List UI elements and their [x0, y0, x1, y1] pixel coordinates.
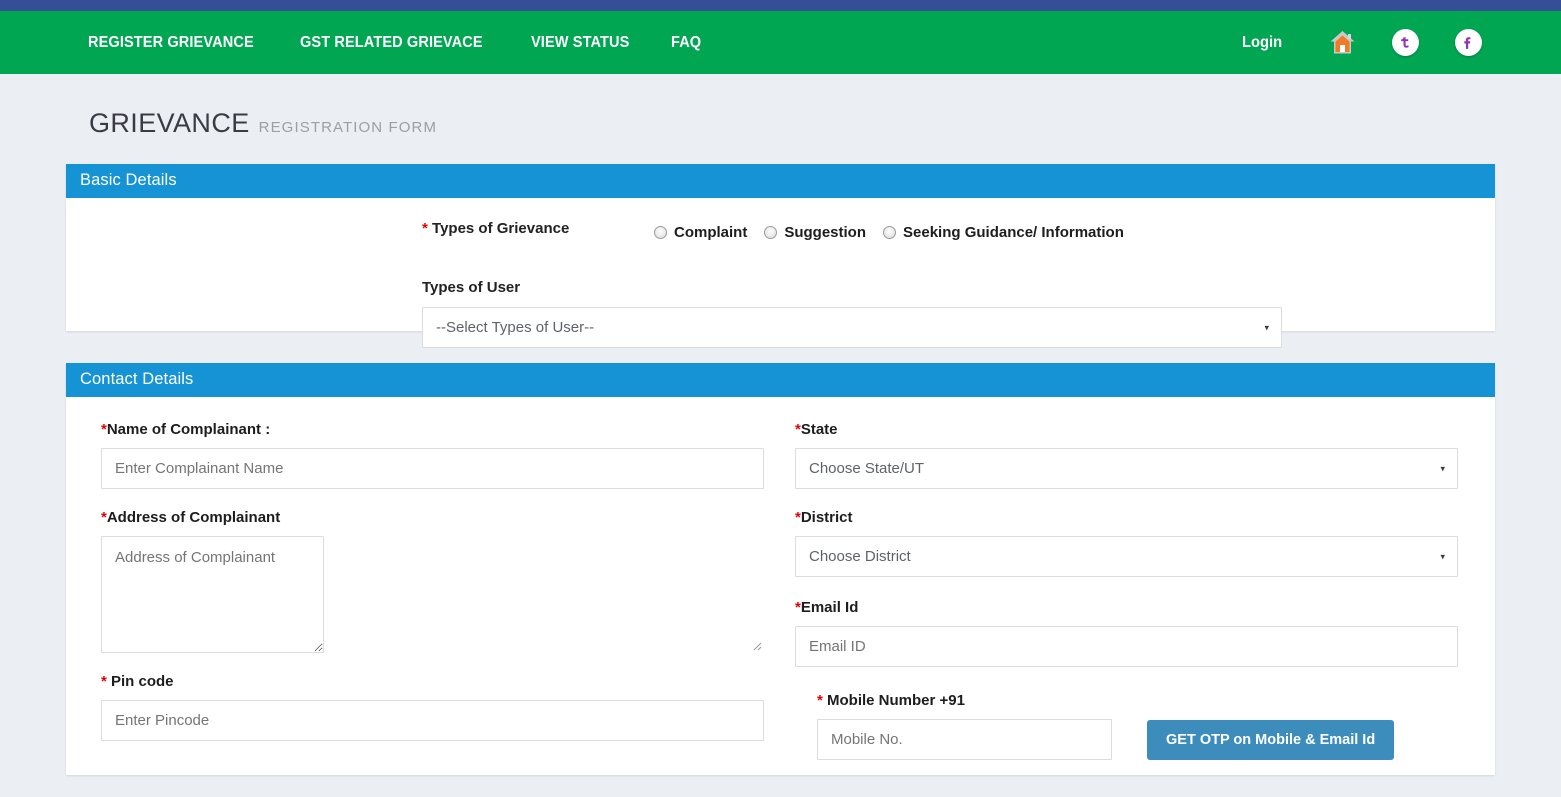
types-of-grievance-label: * Types of Grievance: [422, 220, 654, 237]
chevron-down-icon: ▾: [1264, 323, 1269, 332]
types-of-user-selected-value: --Select Types of User--: [436, 319, 594, 336]
contact-right-column: *State Choose State/UT ▾ *District Choos…: [795, 421, 1495, 775]
nav-item-faq[interactable]: FAQ: [671, 34, 701, 52]
radio-label-seeking-guidance: Seeking Guidance/ Information: [903, 224, 1124, 241]
nav-item-register-grievance[interactable]: REGISTER GRIEVANCE: [88, 34, 254, 52]
basic-details-panel: Basic Details * Types of Grievance Compl…: [66, 164, 1495, 331]
address-of-complainant-label: *Address of Complainant: [101, 509, 795, 526]
contact-left-column: *Name of Complainant : *Address of Compl…: [66, 421, 795, 775]
nav-links: REGISTER GRIEVANCE GST RELATED GRIEVACE …: [88, 34, 704, 52]
contact-details-header: Contact Details: [66, 363, 1495, 397]
district-label: *District: [795, 509, 1495, 526]
pin-code-label-text: Pin code: [107, 673, 174, 690]
types-of-grievance-row: * Types of Grievance Complaint Suggestio…: [66, 220, 1495, 241]
pin-code-field: * Pin code: [101, 673, 795, 741]
get-otp-button[interactable]: GET OTP on Mobile & Email Id: [1147, 720, 1394, 760]
page-title-subtitle: REGISTRATION FORM: [259, 119, 437, 136]
address-of-complainant-label-text: Address of Complainant: [107, 509, 280, 526]
state-selected-value: Choose State/UT: [809, 460, 924, 477]
state-label: *State: [795, 421, 1495, 438]
facebook-icon[interactable]: [1453, 28, 1483, 58]
email-id-field: *Email Id: [795, 599, 1495, 667]
name-of-complainant-input[interactable]: [101, 448, 764, 489]
twitter-icon[interactable]: [1390, 28, 1420, 58]
types-of-user-select[interactable]: --Select Types of User-- ▾: [422, 307, 1282, 348]
address-textarea-wrapper: [101, 536, 764, 653]
name-of-complainant-field: *Name of Complainant :: [101, 421, 795, 489]
pin-code-input[interactable]: [101, 700, 764, 741]
district-selected-value: Choose District: [809, 548, 911, 565]
types-of-grievance-label-text: Types of Grievance: [432, 220, 569, 237]
types-of-user-block: Types of User --Select Types of User-- ▾: [66, 279, 1495, 348]
pin-code-label: * Pin code: [101, 673, 795, 690]
resize-handle-icon: [750, 639, 762, 651]
nav-utilities: Login: [1241, 11, 1483, 74]
home-icon[interactable]: [1327, 28, 1357, 58]
mobile-number-label: * Mobile Number +91: [817, 692, 1495, 709]
email-id-label-text: Email Id: [801, 599, 859, 616]
nav-item-gst-related-grievace[interactable]: GST RELATED GRIEVACE: [300, 34, 483, 52]
radio-label-complaint: Complaint: [674, 224, 747, 241]
basic-details-header: Basic Details: [66, 164, 1495, 198]
radio-label-suggestion: Suggestion: [784, 224, 866, 241]
radio-dot-seeking-guidance[interactable]: [883, 226, 896, 239]
state-label-text: State: [801, 421, 838, 438]
required-asterisk: *: [422, 220, 428, 237]
mobile-number-input[interactable]: [817, 719, 1112, 760]
types-of-grievance-radio-group: Complaint Suggestion Seeking Guidance/ I…: [654, 220, 1124, 241]
login-link[interactable]: Login: [1242, 34, 1282, 52]
email-id-input[interactable]: [795, 626, 1458, 667]
contact-details-body: *Name of Complainant : *Address of Compl…: [66, 397, 1495, 775]
page-title: GRIEVANCE REGISTRATION FORM: [89, 108, 1561, 139]
main-navigation: REGISTER GRIEVANCE GST RELATED GRIEVACE …: [0, 11, 1561, 74]
mobile-number-field: * Mobile Number +91 GET OTP on Mobile & …: [795, 692, 1495, 760]
address-of-complainant-field: *Address of Complainant: [101, 509, 795, 653]
state-field: *State Choose State/UT ▾: [795, 421, 1495, 489]
radio-option-complaint[interactable]: Complaint: [654, 224, 747, 241]
radio-option-suggestion[interactable]: Suggestion: [764, 224, 866, 241]
email-id-label: *Email Id: [795, 599, 1495, 616]
basic-details-body: * Types of Grievance Complaint Suggestio…: [66, 198, 1495, 331]
chevron-down-icon: ▾: [1440, 464, 1445, 473]
types-of-user-label: Types of User: [422, 279, 1495, 296]
radio-option-seeking-guidance[interactable]: Seeking Guidance/ Information: [883, 224, 1124, 241]
radio-dot-suggestion[interactable]: [764, 226, 777, 239]
district-field: *District Choose District ▾: [795, 509, 1495, 577]
name-of-complainant-label: *Name of Complainant :: [101, 421, 795, 438]
radio-dot-complaint[interactable]: [654, 226, 667, 239]
contact-details-panel: Contact Details *Name of Complainant : *…: [66, 363, 1495, 775]
mobile-number-row: GET OTP on Mobile & Email Id: [817, 719, 1495, 760]
state-select[interactable]: Choose State/UT ▾: [795, 448, 1458, 489]
address-of-complainant-textarea[interactable]: [101, 536, 324, 653]
name-of-complainant-label-text: Name of Complainant :: [107, 421, 270, 438]
district-label-text: District: [801, 509, 853, 526]
mobile-number-label-text: Mobile Number +91: [823, 692, 965, 709]
top-accent-bar: [0, 0, 1561, 11]
page-title-main: GRIEVANCE: [89, 108, 250, 139]
district-select[interactable]: Choose District ▾: [795, 536, 1458, 577]
nav-item-view-status[interactable]: VIEW STATUS: [531, 34, 629, 52]
chevron-down-icon: ▾: [1440, 552, 1445, 561]
